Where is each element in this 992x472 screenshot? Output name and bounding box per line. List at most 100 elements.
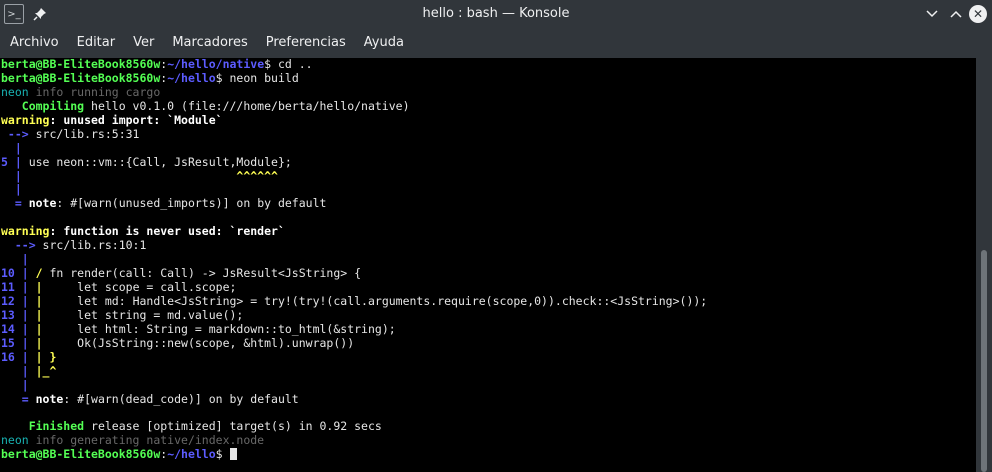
terminal-line: berta@BB-EliteBook8560w:~/hello$ neon bu… [1,70,976,86]
terminal-line: berta@BB-EliteBook8560w:~/hello/native$ … [1,58,976,72]
terminal-text: warning [1,112,50,127]
terminal-text: 14 | [1,321,36,336]
terminal-text: 5 | [1,154,29,169]
terminal-text: $ neon build [215,70,299,85]
terminal-text: berta@BB-EliteBook8560w [1,447,161,462]
terminal-text: 10 | [1,266,36,281]
menu-ver[interactable]: Ver [127,30,160,56]
terminal-text: let scope = call.scope; [42,280,237,294]
terminal-line: 11 | | let scope = call.scope; [1,280,976,295]
terminal-text: | } [35,349,57,364]
terminal-text: | [1,168,237,183]
terminal-text: src/lib.rs:5:31 [35,126,140,141]
terminal-line: neon info running cargo [1,84,976,100]
terminal-text: | [1,140,22,155]
terminal-text: 13 | [1,307,36,322]
terminal-text: : function is never used: `render` [49,224,285,239]
terminal-text: note [28,196,57,211]
terminal-text: info running cargo [28,84,161,99]
terminal-text: $ [215,447,230,462]
terminal-text: Finished [1,419,85,434]
chevron-up-icon[interactable] [944,2,968,26]
terminal-text: | [35,321,43,336]
terminal-line: 5 | use neon::vm::{Call, JsResult,Module… [1,154,976,170]
terminal-text: | [1,182,22,197]
terminal-line: | [1,377,976,393]
terminal-text: note [35,391,64,406]
menu-ayuda[interactable]: Ayuda [358,30,410,56]
terminal-text: = [1,391,36,406]
terminal-text: berta@BB-EliteBook8560w [1,70,161,85]
terminal-text: | [1,377,29,392]
terminal-line: --> src/lib.rs:5:31 [1,126,976,142]
terminal-line: | [1,182,976,197]
terminal-line: 12 | | let md: Handle<JsString> = try!(t… [1,293,976,309]
terminal-line: warning: unused import: `Module` [1,112,976,128]
terminal-text: use neon::vm::{Call, JsResult,Module}; [28,154,292,169]
menu-marcadores[interactable]: Marcadores [166,30,253,56]
terminal-line: = note: #[warn(dead_code)] on by default [1,391,976,407]
menu-bar: Archivo Editar Ver Marcadores Preferenci… [0,30,992,56]
terminal-line: warning: function is never used: `render… [1,224,976,239]
terminal-text: berta@BB-EliteBook8560w [1,58,161,71]
terminal-text: 12 | [1,293,36,308]
terminal-line: neon info generating native/index.node [1,433,976,448]
terminal-line: | [1,140,976,156]
close-icon[interactable]: ✕ [966,2,990,26]
terminal-line: Compiling hello v0.1.0 (file:///home/ber… [1,98,976,114]
terminal-line: --> src/lib.rs:10:1 [1,238,976,253]
terminal-text: | [35,307,43,322]
terminal-text: let string = md.value(); [42,307,244,322]
terminal-text: hello v0.1.0 (file:///home/berta/hello/n… [84,98,410,113]
terminal-line: 14 | | let html: String = markdown::to_h… [1,321,976,337]
window-title: hello : bash — Konsole [422,6,570,21]
terminal-text: release [optimized] target(s) in 0.92 se… [84,419,382,434]
terminal-text: $ cd .. [264,58,313,71]
terminal-text: fn render(call: Call) -> JsResult<JsStri… [42,266,362,281]
terminal-text: let html: String = markdown::to_html(&st… [42,321,396,336]
terminal-text: : #[warn(unused_imports)] on by default [56,196,327,211]
terminal-text: 15 | [1,335,36,350]
terminal-text: |_^ [35,363,57,378]
menu-preferencias[interactable]: Preferencias [260,30,352,56]
terminal-text: | [35,293,43,308]
terminal-text: | [1,252,29,267]
title-bar[interactable]: >_ hello : bash — Konsole ✕ [0,0,992,28]
chevron-down-icon[interactable] [920,2,944,26]
terminal-text: | [1,363,36,378]
terminal-text: ^^^^^^ [236,168,278,183]
terminal-line: | [1,252,976,267]
terminal-text: info generating native/index.node [28,433,265,448]
menu-archivo[interactable]: Archivo [4,30,65,56]
terminal-text: let md: Handle<JsString> = try!(try!(cal… [42,293,708,308]
terminal-line: Finished release [optimized] target(s) i… [1,419,976,434]
terminal-text: --> [1,238,43,253]
terminal-text: / [35,266,43,281]
text-cursor [229,448,237,461]
menu-editar[interactable]: Editar [71,30,122,56]
terminal-text: | [35,335,43,350]
terminal-text: ~/hello [167,447,216,462]
terminal-line: = note: #[warn(unused_imports)] on by de… [1,196,976,211]
terminal-text: warning [1,224,50,239]
terminal-output[interactable]: berta@BB-EliteBook8560w:~/hello/native$ … [0,58,976,472]
terminal-text: 16 | [1,349,36,364]
terminal-text: 11 | [1,280,36,294]
scrollbar[interactable] [976,58,992,472]
terminal-text: Compiling [1,98,85,113]
terminal-line: | |_^ [1,363,976,379]
terminal-text: ~/hello [167,70,216,85]
terminal-text: : #[warn(dead_code)] on by default [63,391,299,406]
terminal-text: neon [1,84,29,99]
terminal-line: 16 | | } [1,349,976,365]
terminal-text: ~/hello/native [167,58,265,71]
terminal-line: 13 | | let string = md.value(); [1,307,976,323]
terminal-text: Ok(JsString::new(scope, &html).unwrap()) [42,335,355,350]
scrollbar-thumb[interactable] [981,250,987,472]
konsole-window: >_ hello : bash — Konsole ✕ Archivo Edit… [0,0,992,472]
terminal-line: | ^^^^^^ [1,168,976,184]
terminal-text: : unused import: `Module` [49,112,223,127]
terminal-line: 10 | / fn render(call: Call) -> JsResult… [1,266,976,281]
